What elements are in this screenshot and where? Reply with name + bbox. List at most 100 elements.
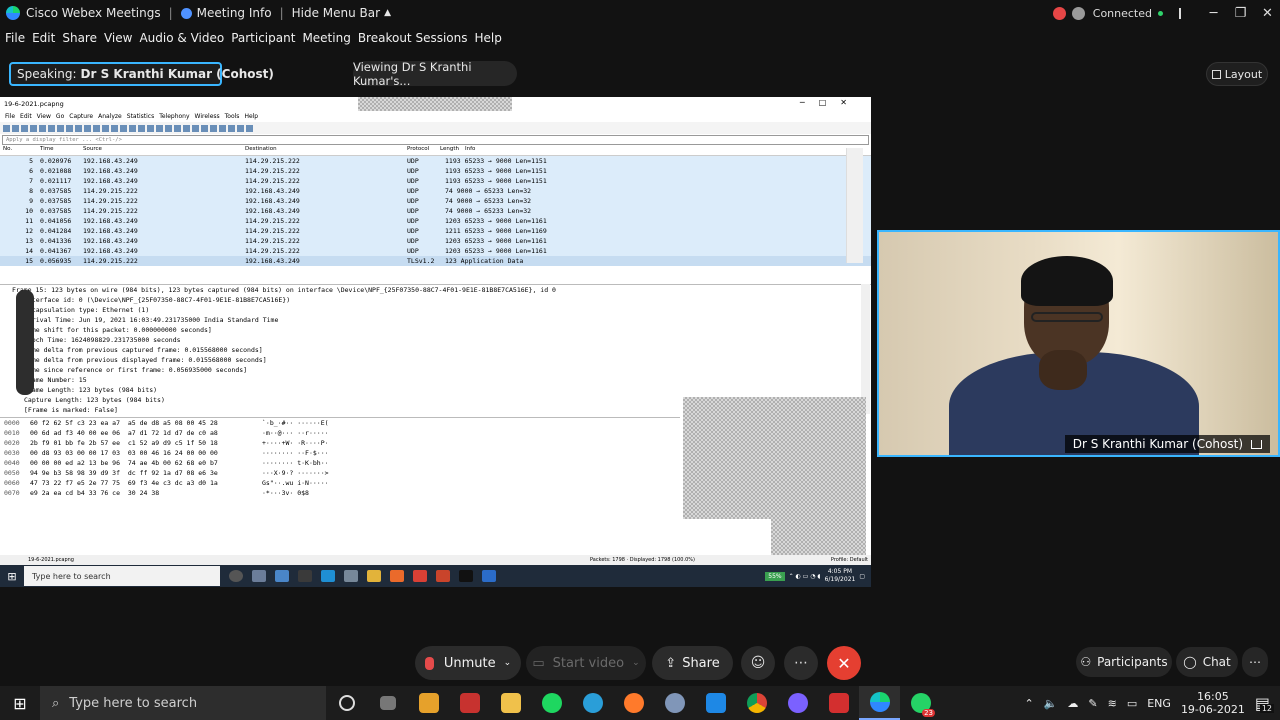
terminal-icon[interactable] [459, 570, 473, 582]
packet-row[interactable]: 10 0.037585 114.29.215.222 192.168.43.249 UD… [0, 206, 871, 216]
close-button[interactable]: ✕ [1255, 6, 1280, 21]
toolbar-icon[interactable] [201, 124, 208, 132]
hex-row[interactable]: 0070 e9 2a ea cd b4 33 76 ce 30 24 38 ·*··… [4, 488, 680, 498]
ws-menu-item[interactable]: Help [244, 113, 258, 120]
hex-row[interactable]: 0030 00 d8 93 03 00 00 17 03 03 00 46 16 … [4, 448, 680, 458]
detail-line[interactable]: Arrival Time: Jun 19, 2021 16:03:49.2317… [24, 315, 871, 325]
ws-menu-item[interactable]: Wireless [195, 113, 220, 120]
toolbar-icon[interactable] [228, 124, 235, 132]
col-time[interactable]: Time [40, 146, 53, 152]
file-explorer-icon[interactable] [490, 686, 531, 720]
menu-help[interactable]: Help [475, 31, 502, 45]
wifi-icon[interactable]: ≋ [1108, 697, 1117, 710]
webex-taskbar-icon[interactable] [859, 686, 900, 720]
unmute-button[interactable]: Unmute ⌄ [415, 646, 521, 680]
hex-row[interactable]: 0050 94 9e b3 58 98 39 d9 3f dc ff 92 1a … [4, 468, 680, 478]
packet-row[interactable]: 15 0.056935 114.29.215.222 192.168.43.249 TL… [0, 256, 871, 266]
firefox-icon[interactable] [390, 570, 404, 582]
packet-list-scrollbar[interactable] [846, 148, 863, 263]
participant-video-tile[interactable]: Dr S Kranthi Kumar (Cohost) [877, 230, 1280, 457]
hex-row[interactable]: 0000 60 f2 62 5f c3 23 ea a7 a5 de d8 a5 … [4, 418, 680, 428]
toolbar-icon[interactable] [30, 124, 37, 132]
packet-row[interactable]: 9 0.037585 114.29.215.222 192.168.43.249 UDP… [0, 196, 871, 206]
detail-line[interactable]: Frame 15: 123 bytes on wire (984 bits), … [12, 285, 871, 295]
toolbar-icon[interactable] [210, 124, 217, 132]
col-no[interactable]: No. [3, 146, 12, 152]
ws-menu-item[interactable]: File [5, 113, 15, 120]
detail-line[interactable]: Time since reference or first frame: 0.0… [24, 365, 871, 375]
menu-view[interactable]: View [104, 31, 132, 45]
viewing-share-button[interactable]: Viewing Dr S Kranthi Kumar's... [353, 60, 517, 88]
cortana-icon[interactable] [229, 570, 243, 582]
toolbar-icon[interactable] [12, 124, 19, 132]
record-icon[interactable] [1052, 6, 1066, 20]
toolbar-icon[interactable] [219, 124, 226, 132]
language-indicator[interactable]: ENG [1147, 697, 1171, 710]
toolbar-icon[interactable] [39, 124, 46, 132]
packet-row[interactable]: 7 0.021117 192.168.43.249 114.29.215.222 UDP… [0, 176, 871, 186]
reactions-button[interactable]: ☺ [741, 646, 775, 680]
toolbar-icon[interactable] [156, 124, 163, 132]
battery-icon[interactable]: ▭ [1127, 697, 1137, 710]
app-icon[interactable] [321, 570, 335, 582]
detail-line[interactable]: Time delta from previous captured frame:… [24, 345, 871, 355]
app-icon[interactable] [344, 570, 358, 582]
windows-start-button[interactable]: ⊞ [0, 694, 40, 713]
vscode-icon[interactable] [695, 686, 736, 720]
taskbar-search-box[interactable]: ⌕ Type here to search [40, 686, 326, 720]
packet-row[interactable]: 6 0.021088 192.168.43.249 114.29.215.222 UDP… [0, 166, 871, 176]
r-icon[interactable] [654, 686, 695, 720]
folder-icon[interactable] [367, 570, 381, 582]
spotify-icon[interactable] [531, 686, 572, 720]
toolbar-icon[interactable] [138, 124, 145, 132]
hex-row[interactable]: 0060 47 73 22 f7 e5 2e 77 75 69 f3 4e c3 … [4, 478, 680, 488]
detail-line[interactable]: Time shift for this packet: 0.000000000 … [24, 325, 871, 335]
toolbar-icon[interactable] [93, 124, 100, 132]
display-filter-input[interactable]: Apply a display filter ... <Ctrl-/> [2, 135, 869, 145]
detail-line[interactable]: Epoch Time: 1624098829.231735000 seconds [24, 335, 871, 345]
participants-button[interactable]: ⚇ Participants [1076, 647, 1172, 677]
notification-icon[interactable]: ▢ [859, 573, 865, 580]
ws-menu-item[interactable]: Go [56, 113, 64, 120]
ws-menu-item[interactable]: View [37, 113, 51, 120]
ws-menu-item[interactable]: Telephony [159, 113, 189, 120]
chat-button[interactable]: ◯ Chat [1176, 647, 1238, 677]
packet-row[interactable]: 8 0.037585 114.29.215.222 192.168.43.249 UDP… [0, 186, 871, 196]
chevron-down-icon[interactable]: ⌄ [504, 658, 512, 668]
more-panels-button[interactable]: ⋯ [1242, 647, 1268, 677]
col-destination[interactable]: Destination [245, 146, 277, 152]
toolbar-icon[interactable] [3, 124, 10, 132]
video-app-icon[interactable] [818, 686, 859, 720]
firefox-icon[interactable] [613, 686, 654, 720]
pen-icon[interactable]: ✎ [1088, 697, 1097, 710]
ws-menu-item[interactable]: Capture [69, 113, 93, 120]
packet-row[interactable]: 12 0.041284 192.168.43.249 114.29.215.222 UD… [0, 226, 871, 236]
toolbar-icon[interactable] [21, 124, 28, 132]
menu-breakout-sessions[interactable]: Breakout Sessions [358, 31, 468, 45]
ws-menu-item[interactable]: Tools [225, 113, 240, 120]
layout-button[interactable]: Layout [1206, 62, 1268, 86]
wireshark-icon[interactable] [482, 570, 496, 582]
cortana-icon[interactable] [326, 686, 367, 720]
chevron-down-icon[interactable]: ⌄ [632, 658, 640, 668]
toolbar-icon[interactable] [75, 124, 82, 132]
toolbar-icon[interactable] [111, 124, 118, 132]
toolbar-icon[interactable] [183, 124, 190, 132]
hex-row[interactable]: 0040 00 00 00 ed a2 13 be 96 74 ae 4b 00 … [4, 458, 680, 468]
powerpoint-icon[interactable] [436, 570, 450, 582]
status-profile[interactable]: Profile: Default [831, 557, 868, 563]
cloud-icon[interactable]: ☁ [1067, 697, 1078, 710]
clock[interactable]: 16:05 19-06-2021 [1181, 690, 1245, 716]
packet-row[interactable]: 5 0.020976 192.168.43.249 114.29.215.222 UDP… [0, 156, 871, 166]
meeting-info-button[interactable]: Meeting Info [197, 6, 272, 20]
volume-icon[interactable]: 🔈 [1044, 697, 1058, 710]
packet-row[interactable]: 11 0.041056 192.168.43.249 114.29.215.222 UD… [0, 216, 871, 226]
notifications-icon[interactable]: ▤12 [1255, 694, 1274, 713]
edge-icon[interactable] [572, 686, 613, 720]
col-length[interactable]: Length [440, 146, 459, 152]
ws-menu-item[interactable]: Statistics [127, 113, 154, 120]
menu-meeting[interactable]: Meeting [302, 31, 350, 45]
hex-row[interactable]: 0010 00 6d ad f3 40 00 ee 06 a7 d1 72 1d … [4, 428, 680, 438]
detail-line[interactable]: Frame Length: 123 bytes (984 bits) [24, 385, 871, 395]
annotation-toolbar[interactable] [16, 290, 34, 395]
